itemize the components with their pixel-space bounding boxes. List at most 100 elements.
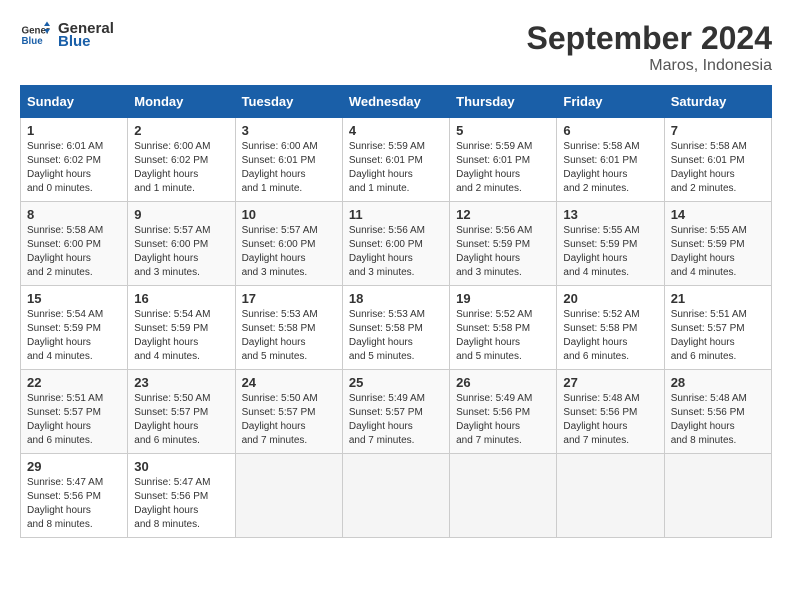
day-number: 5 xyxy=(456,123,550,138)
day-number: 1 xyxy=(27,123,121,138)
calendar-cell: 28 Sunrise: 5:48 AMSunset: 5:56 PMDayligh… xyxy=(664,370,771,454)
calendar-cell: 13 Sunrise: 5:55 AMSunset: 5:59 PMDayligh… xyxy=(557,202,664,286)
day-number: 25 xyxy=(349,375,443,390)
calendar-cell xyxy=(557,454,664,538)
weekday-header-monday: Monday xyxy=(128,86,235,118)
calendar-cell: 22 Sunrise: 5:51 AMSunset: 5:57 PMDayligh… xyxy=(21,370,128,454)
day-info: Sunrise: 5:49 AMSunset: 5:56 PMDaylight … xyxy=(456,393,532,446)
day-info: Sunrise: 5:53 AMSunset: 5:58 PMDaylight … xyxy=(349,309,425,362)
calendar-cell: 6 Sunrise: 5:58 AMSunset: 6:01 PMDaylight… xyxy=(557,118,664,202)
weekday-header-saturday: Saturday xyxy=(664,86,771,118)
weekday-header-thursday: Thursday xyxy=(450,86,557,118)
day-number: 15 xyxy=(27,291,121,306)
day-number: 17 xyxy=(242,291,336,306)
day-number: 30 xyxy=(134,459,228,474)
page-header: General Blue General Blue September 2024… xyxy=(20,20,772,75)
day-number: 20 xyxy=(563,291,657,306)
calendar-week-4: 22 Sunrise: 5:51 AMSunset: 5:57 PMDayligh… xyxy=(21,370,772,454)
day-number: 10 xyxy=(242,207,336,222)
day-info: Sunrise: 6:00 AMSunset: 6:01 PMDaylight … xyxy=(242,141,318,194)
day-info: Sunrise: 5:59 AMSunset: 6:01 PMDaylight … xyxy=(349,141,425,194)
calendar-cell: 1 Sunrise: 6:01 AMSunset: 6:02 PMDaylight… xyxy=(21,118,128,202)
calendar-cell: 4 Sunrise: 5:59 AMSunset: 6:01 PMDaylight… xyxy=(342,118,449,202)
calendar-cell: 15 Sunrise: 5:54 AMSunset: 5:59 PMDayligh… xyxy=(21,286,128,370)
day-number: 16 xyxy=(134,291,228,306)
day-number: 4 xyxy=(349,123,443,138)
calendar-cell: 29 Sunrise: 5:47 AMSunset: 5:56 PMDayligh… xyxy=(21,454,128,538)
day-number: 18 xyxy=(349,291,443,306)
day-number: 9 xyxy=(134,207,228,222)
calendar-cell: 7 Sunrise: 5:58 AMSunset: 6:01 PMDaylight… xyxy=(664,118,771,202)
calendar-cell: 19 Sunrise: 5:52 AMSunset: 5:58 PMDayligh… xyxy=(450,286,557,370)
calendar-cell: 20Sunrise: 5:52 AMSunset: 5:58 PMDayligh… xyxy=(557,286,664,370)
calendar-cell: 24 Sunrise: 5:50 AMSunset: 5:57 PMDayligh… xyxy=(235,370,342,454)
day-info: Sunrise: 5:58 AMSunset: 6:01 PMDaylight … xyxy=(671,141,747,194)
calendar-cell: 26 Sunrise: 5:49 AMSunset: 5:56 PMDayligh… xyxy=(450,370,557,454)
day-info: Sunrise: 5:51 AMSunset: 5:57 PMDaylight … xyxy=(27,393,103,446)
calendar-cell: 17Sunrise: 5:53 AMSunset: 5:58 PMDayligh… xyxy=(235,286,342,370)
logo: General Blue General Blue xyxy=(20,20,114,50)
day-info: Sunrise: 5:49 AMSunset: 5:57 PMDaylight … xyxy=(349,393,425,446)
day-info: Sunrise: 5:58 AMSunset: 6:01 PMDaylight … xyxy=(563,141,639,194)
calendar-cell: 18 Sunrise: 5:53 AMSunset: 5:58 PMDayligh… xyxy=(342,286,449,370)
weekday-header-wednesday: Wednesday xyxy=(342,86,449,118)
day-number: 21 xyxy=(671,291,765,306)
day-number: 11 xyxy=(349,207,443,222)
calendar-cell xyxy=(235,454,342,538)
calendar-week-5: 29 Sunrise: 5:47 AMSunset: 5:56 PMDayligh… xyxy=(21,454,772,538)
day-info: Sunrise: 6:01 AMSunset: 6:02 PMDaylight … xyxy=(27,141,103,194)
day-info: Sunrise: 5:54 AMSunset: 5:59 PMDaylight … xyxy=(27,309,103,362)
day-info: Sunrise: 5:47 AMSunset: 5:56 PMDaylight … xyxy=(134,477,210,530)
day-info: Sunrise: 6:00 AMSunset: 6:02 PMDaylight … xyxy=(134,141,210,194)
day-info: Sunrise: 5:57 AMSunset: 6:00 PMDaylight … xyxy=(242,225,318,278)
day-number: 12 xyxy=(456,207,550,222)
day-info: Sunrise: 5:50 AMSunset: 5:57 PMDaylight … xyxy=(134,393,210,446)
location-title: Maros, Indonesia xyxy=(527,57,772,75)
title-section: September 2024 Maros, Indonesia xyxy=(527,20,772,75)
day-number: 24 xyxy=(242,375,336,390)
day-number: 8 xyxy=(27,207,121,222)
day-info: Sunrise: 5:52 AMSunset: 5:58 PMDaylight … xyxy=(456,309,532,362)
day-info: Sunrise: 5:51 AMSunset: 5:57 PMDaylight … xyxy=(671,309,747,362)
day-number: 6 xyxy=(563,123,657,138)
day-number: 14 xyxy=(671,207,765,222)
day-number: 13 xyxy=(563,207,657,222)
day-number: 2 xyxy=(134,123,228,138)
logo-icon: General Blue xyxy=(20,20,50,50)
day-info: Sunrise: 5:47 AMSunset: 5:56 PMDaylight … xyxy=(27,477,103,530)
weekday-header-row: SundayMondayTuesdayWednesdayThursdayFrid… xyxy=(21,86,772,118)
day-info: Sunrise: 5:48 AMSunset: 5:56 PMDaylight … xyxy=(563,393,639,446)
calendar-cell: 9Sunrise: 5:57 AMSunset: 6:00 PMDaylight… xyxy=(128,202,235,286)
calendar-week-1: 1 Sunrise: 6:01 AMSunset: 6:02 PMDaylight… xyxy=(21,118,772,202)
calendar-cell: 27 Sunrise: 5:48 AMSunset: 5:56 PMDayligh… xyxy=(557,370,664,454)
day-info: Sunrise: 5:56 AMSunset: 6:00 PMDaylight … xyxy=(349,225,425,278)
day-number: 29 xyxy=(27,459,121,474)
calendar-week-3: 15 Sunrise: 5:54 AMSunset: 5:59 PMDayligh… xyxy=(21,286,772,370)
calendar-cell: 14 Sunrise: 5:55 AMSunset: 5:59 PMDayligh… xyxy=(664,202,771,286)
day-info: Sunrise: 5:55 AMSunset: 5:59 PMDaylight … xyxy=(671,225,747,278)
day-number: 3 xyxy=(242,123,336,138)
calendar-cell: 16Sunrise: 5:54 AMSunset: 5:59 PMDayligh… xyxy=(128,286,235,370)
weekday-header-friday: Friday xyxy=(557,86,664,118)
day-number: 27 xyxy=(563,375,657,390)
month-title: September 2024 xyxy=(527,20,772,57)
day-number: 26 xyxy=(456,375,550,390)
day-number: 7 xyxy=(671,123,765,138)
calendar-cell: 2 Sunrise: 6:00 AMSunset: 6:02 PMDaylight… xyxy=(128,118,235,202)
calendar-cell: 11 Sunrise: 5:56 AMSunset: 6:00 PMDayligh… xyxy=(342,202,449,286)
day-number: 22 xyxy=(27,375,121,390)
calendar-cell xyxy=(342,454,449,538)
weekday-header-sunday: Sunday xyxy=(21,86,128,118)
calendar-cell: 3 Sunrise: 6:00 AMSunset: 6:01 PMDaylight… xyxy=(235,118,342,202)
day-info: Sunrise: 5:55 AMSunset: 5:59 PMDaylight … xyxy=(563,225,639,278)
day-number: 28 xyxy=(671,375,765,390)
calendar-cell: 30 Sunrise: 5:47 AMSunset: 5:56 PMDayligh… xyxy=(128,454,235,538)
day-info: Sunrise: 5:56 AMSunset: 5:59 PMDaylight … xyxy=(456,225,532,278)
calendar-cell: 21 Sunrise: 5:51 AMSunset: 5:57 PMDayligh… xyxy=(664,286,771,370)
day-info: Sunrise: 5:50 AMSunset: 5:57 PMDaylight … xyxy=(242,393,318,446)
calendar-cell: 10 Sunrise: 5:57 AMSunset: 6:00 PMDayligh… xyxy=(235,202,342,286)
day-number: 19 xyxy=(456,291,550,306)
calendar-table: SundayMondayTuesdayWednesdayThursdayFrid… xyxy=(20,85,772,538)
day-info: Sunrise: 5:48 AMSunset: 5:56 PMDaylight … xyxy=(671,393,747,446)
day-info: Sunrise: 5:59 AMSunset: 6:01 PMDaylight … xyxy=(456,141,532,194)
